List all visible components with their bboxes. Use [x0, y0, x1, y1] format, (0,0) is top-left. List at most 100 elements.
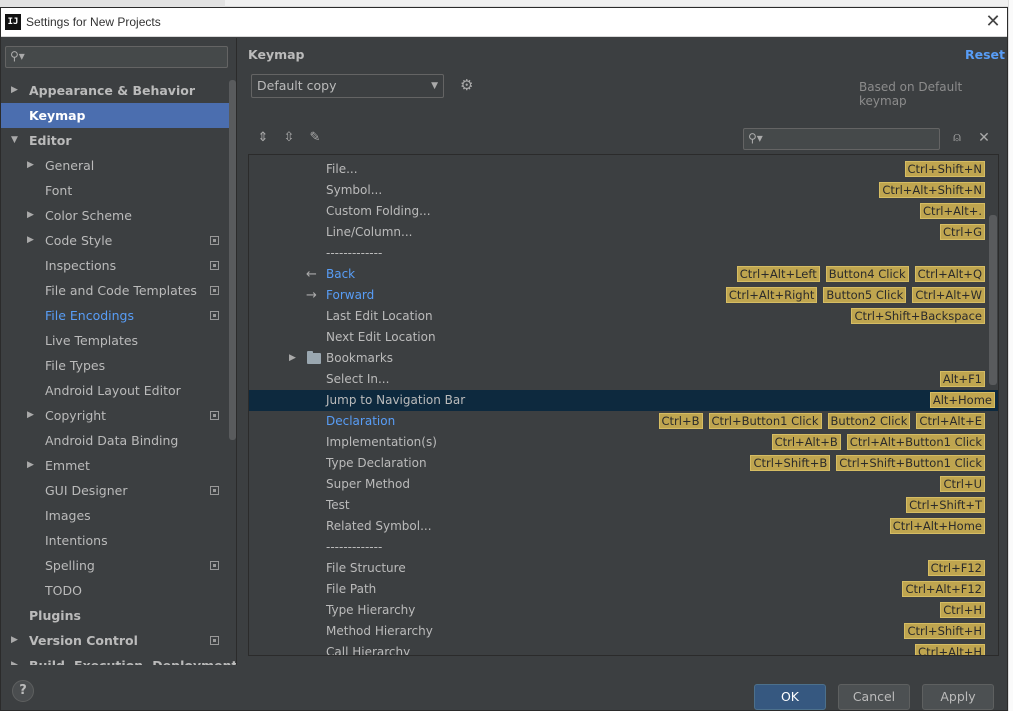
- sidebar-item[interactable]: Keymap: [1, 103, 236, 128]
- action-row[interactable]: → Forward Ctrl+Alt+Right Button5 Click Ctrl+…: [249, 285, 989, 306]
- action-row[interactable]: Method Hierarchy Ctrl+Shift+H: [249, 621, 989, 642]
- sidebar-item[interactable]: ▶ General: [1, 153, 236, 178]
- action-row[interactable]: File... Ctrl+Shift+N: [249, 159, 989, 180]
- sidebar-item[interactable]: Spelling: [1, 553, 236, 578]
- project-scope-icon: [210, 286, 219, 295]
- action-label: Back: [326, 267, 356, 281]
- sidebar-item[interactable]: ▶ Color Scheme: [1, 203, 236, 228]
- search-icon: ⚲▾: [10, 49, 25, 63]
- project-scope-icon: [210, 636, 219, 645]
- sidebar-scrollbar[interactable]: [229, 80, 236, 440]
- project-scope-icon: [210, 561, 219, 570]
- shortcut-badge: Button2 Click: [827, 413, 911, 429]
- action-row[interactable]: Type Declaration Ctrl+Shift+B Ctrl+Shift+B…: [249, 453, 989, 474]
- apply-button[interactable]: Apply: [922, 684, 994, 710]
- sidebar-item[interactable]: GUI Designer: [1, 478, 236, 503]
- action-row[interactable]: Type Hierarchy Ctrl+H: [249, 600, 989, 621]
- sidebar-item[interactable]: ▶ Code Style: [1, 228, 236, 253]
- sidebar-item[interactable]: Inspections: [1, 253, 236, 278]
- sidebar-item[interactable]: File and Code Templates: [1, 278, 236, 303]
- tree-scrollbar[interactable]: [989, 215, 997, 385]
- action-row[interactable]: ← Back Ctrl+Alt+Left Button4 Click Ctrl+Alt+…: [249, 264, 989, 285]
- sidebar-item-label: Android Layout Editor: [45, 383, 181, 398]
- action-row[interactable]: Implementation(s) Ctrl+Alt+B Ctrl+Alt+Butt…: [249, 432, 989, 453]
- sidebar-item[interactable]: ▼ Editor: [1, 128, 236, 153]
- action-row[interactable]: Next Edit Location: [249, 327, 989, 348]
- reset-link[interactable]: Reset: [965, 47, 1005, 62]
- sidebar-item-label: Images: [45, 508, 91, 523]
- action-row[interactable]: -------------: [249, 243, 989, 264]
- find-by-shortcut-icon[interactable]: ⍝: [949, 130, 965, 146]
- shortcut-badge: Ctrl+Alt+Button1 Click: [846, 434, 985, 450]
- action-row[interactable]: ▶ Bookmarks: [249, 348, 989, 369]
- help-button[interactable]: ?: [12, 680, 34, 702]
- action-row[interactable]: Super Method Ctrl+U: [249, 474, 989, 495]
- sidebar-item-label: Plugins: [29, 608, 81, 623]
- chevron-right-icon[interactable]: ▶: [11, 78, 18, 103]
- action-row[interactable]: Call Hierarchy Ctrl+Alt+H: [249, 642, 989, 655]
- project-scope-icon: [210, 311, 219, 320]
- cancel-button[interactable]: Cancel: [838, 684, 910, 710]
- action-row[interactable]: Last Edit Location Ctrl+Shift+Backspace: [249, 306, 989, 327]
- sidebar-item[interactable]: ▶ Appearance & Behavior: [1, 78, 236, 103]
- action-search-input[interactable]: ⚲▾: [743, 128, 940, 150]
- edit-shortcut-icon[interactable]: ✎: [307, 130, 323, 146]
- action-row[interactable]: Test Ctrl+Shift+T: [249, 495, 989, 516]
- action-row[interactable]: Select In... Alt+F1: [249, 369, 989, 390]
- sidebar-item[interactable]: ▶ Version Control: [1, 628, 236, 653]
- chevron-right-icon[interactable]: ▶: [27, 403, 34, 428]
- expand-all-icon[interactable]: ⇕: [255, 130, 271, 146]
- shortcut-badge: Alt+Home: [929, 392, 995, 408]
- chevron-right-icon[interactable]: ▶: [27, 153, 34, 178]
- action-row[interactable]: File Path Ctrl+Alt+F12: [249, 579, 989, 600]
- ok-button[interactable]: OK: [754, 684, 826, 710]
- action-row[interactable]: Custom Folding... Ctrl+Alt+.: [249, 201, 989, 222]
- settings-search-input[interactable]: ⚲▾: [5, 46, 228, 68]
- chevron-right-icon[interactable]: ▶: [11, 653, 18, 665]
- collapse-all-icon[interactable]: ⇳: [281, 130, 297, 146]
- chevron-right-icon[interactable]: ▶: [27, 453, 34, 478]
- chevron-right-icon[interactable]: ▶: [289, 348, 296, 369]
- chevron-right-icon[interactable]: ▶: [11, 628, 18, 653]
- action-row[interactable]: Declaration Ctrl+B Ctrl+Button1 Click Butto…: [249, 411, 989, 432]
- shortcut-list: Ctrl+Alt+F12: [902, 581, 985, 598]
- action-row[interactable]: -------------: [249, 537, 989, 558]
- sidebar-item[interactable]: File Encodings: [1, 303, 236, 328]
- action-row[interactable]: Line/Column... Ctrl+G: [249, 222, 989, 243]
- sidebar-item-label: Build, Execution, Deployment: [29, 653, 236, 665]
- chevron-right-icon[interactable]: ▶: [27, 203, 34, 228]
- page-title: Keymap: [248, 47, 305, 62]
- sidebar-item[interactable]: Android Layout Editor: [1, 378, 236, 403]
- sidebar-item[interactable]: Intentions: [1, 528, 236, 553]
- shortcut-badge: Ctrl+Alt+Shift+N: [879, 182, 985, 198]
- sidebar-item[interactable]: Plugins: [1, 603, 236, 628]
- sidebar-item-label: File Encodings: [45, 308, 135, 323]
- keymap-dropdown[interactable]: Default copy ▼: [251, 74, 444, 98]
- sidebar-item[interactable]: Font: [1, 178, 236, 203]
- sidebar-item-label: Copyright: [45, 408, 107, 423]
- gear-icon[interactable]: ⚙: [460, 77, 476, 93]
- sidebar-item[interactable]: TODO: [1, 578, 236, 603]
- sidebar-item[interactable]: ▶ Build, Execution, Deployment: [1, 653, 236, 665]
- chevron-down-icon[interactable]: ▼: [11, 128, 18, 153]
- shortcut-badge: Ctrl+F12: [927, 560, 985, 576]
- shortcut-list: Ctrl+Alt+Left Button4 Click Ctrl+Alt+Q: [736, 266, 985, 283]
- sidebar-item[interactable]: Live Templates: [1, 328, 236, 353]
- chevron-right-icon[interactable]: ▶: [27, 228, 34, 253]
- close-button[interactable]: ✕: [981, 10, 1005, 34]
- shortcut-list: Alt+F1: [939, 371, 985, 388]
- sidebar-item-label: Intentions: [45, 533, 108, 548]
- sidebar-item[interactable]: Images: [1, 503, 236, 528]
- action-row[interactable]: Related Symbol... Ctrl+Alt+Home: [249, 516, 989, 537]
- sidebar-item[interactable]: ▶ Copyright: [1, 403, 236, 428]
- action-row[interactable]: Symbol... Ctrl+Alt+Shift+N: [249, 180, 989, 201]
- action-row[interactable]: File Structure Ctrl+F12: [249, 558, 989, 579]
- action-label: Declaration: [326, 414, 396, 428]
- shortcut-badge: Ctrl+B: [658, 413, 703, 429]
- sidebar-item[interactable]: Android Data Binding: [1, 428, 236, 453]
- sidebar-item[interactable]: File Types: [1, 353, 236, 378]
- intellij-logo-icon: IJ: [5, 14, 21, 30]
- clear-filter-icon[interactable]: ✕: [976, 130, 992, 146]
- action-row[interactable]: Jump to Navigation Bar Alt+Home: [249, 390, 998, 411]
- sidebar-item[interactable]: ▶ Emmet: [1, 453, 236, 478]
